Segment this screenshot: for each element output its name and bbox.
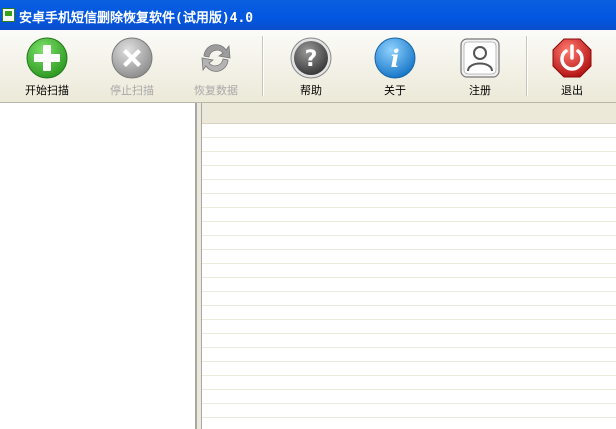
start-scan-button[interactable]: 开始扫描 — [7, 30, 87, 102]
refresh-icon — [194, 36, 238, 80]
power-icon — [550, 36, 594, 80]
x-circle-icon — [110, 36, 154, 80]
message-tree-pane[interactable] — [0, 103, 197, 429]
register-button[interactable]: 注册 — [440, 30, 520, 102]
register-label: 注册 — [469, 84, 491, 97]
app-icon — [2, 8, 15, 22]
help-button[interactable]: ? 帮助 — [271, 30, 351, 102]
question-icon: ? — [289, 36, 333, 80]
help-label: 帮助 — [300, 84, 322, 97]
stop-scan-label: 停止扫描 — [110, 84, 154, 97]
start-scan-label: 开始扫描 — [25, 84, 69, 97]
about-label: 关于 — [384, 84, 406, 97]
window-title: 安卓手机短信删除恢复软件(试用版)4.0 — [19, 11, 254, 26]
toolbar-separator — [262, 36, 264, 96]
svg-text:?: ? — [305, 47, 318, 72]
about-button[interactable]: i 关于 — [355, 30, 435, 102]
recover-data-label: 恢复数据 — [194, 84, 238, 97]
user-icon — [458, 36, 502, 80]
svg-text:i: i — [390, 44, 399, 73]
plus-circle-icon — [25, 36, 69, 80]
message-list-pane[interactable] — [201, 103, 616, 429]
toolbar-separator — [526, 36, 528, 96]
title-bar: 安卓手机短信删除恢复软件(试用版)4.0 — [0, 0, 616, 30]
list-header — [202, 103, 616, 124]
info-icon: i — [373, 36, 417, 80]
recover-data-button[interactable]: 恢复数据 — [176, 30, 256, 102]
exit-label: 退出 — [561, 84, 583, 97]
stop-scan-button[interactable]: 停止扫描 — [92, 30, 172, 102]
exit-button[interactable]: 退出 — [532, 30, 612, 102]
toolbar: 开始扫描 停止扫描 恢复数据 ? 帮助 i 关于 注册 退出 — [0, 30, 616, 103]
list-rows — [202, 124, 616, 429]
